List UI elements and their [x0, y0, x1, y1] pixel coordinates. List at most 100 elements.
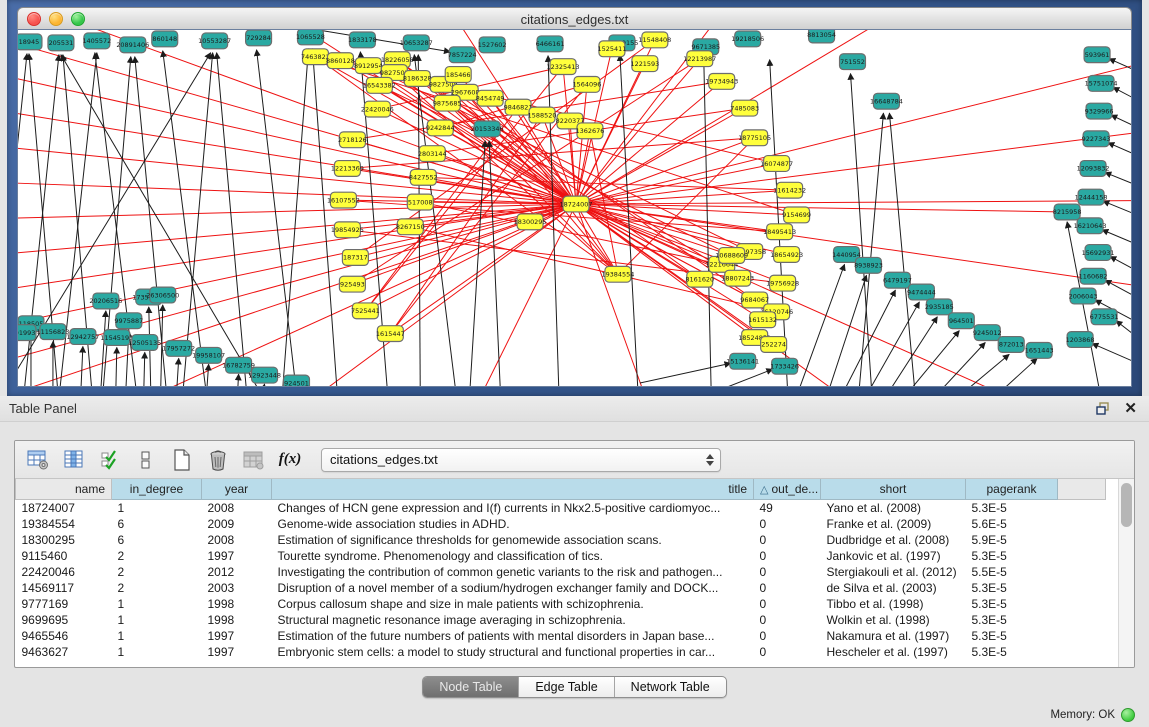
graph-node[interactable]: 9875685 — [433, 95, 462, 111]
graph-node[interactable]: 20206516 — [89, 293, 122, 309]
graph-node[interactable]: 9975887 — [114, 313, 143, 329]
tab-edge-table[interactable]: Edge Table — [519, 677, 614, 697]
table-row[interactable]: 1872400712008Changes of HCN gene express… — [16, 500, 1106, 517]
graph-node[interactable]: 26306500 — [146, 287, 179, 303]
graph-node[interactable]: 1065528 — [296, 30, 325, 45]
graph-node[interactable]: 18807243 — [721, 270, 754, 286]
graph-node[interactable]: 19958107 — [192, 347, 225, 363]
graph-node[interactable]: 185466 — [445, 67, 471, 83]
network-window-titlebar[interactable]: citations_edges.txt — [17, 7, 1132, 31]
graph-node[interactable]: 187317 — [342, 250, 368, 266]
graph-node[interactable]: 8215958 — [1053, 204, 1082, 220]
table-row[interactable]: 2242004622012Investigating the contribut… — [16, 564, 1106, 580]
select-rows-icon[interactable] — [97, 447, 123, 473]
column-header-pagerank[interactable]: pagerank — [966, 479, 1058, 500]
graph-node[interactable]: 16107552 — [327, 192, 360, 208]
graph-node[interactable]: 15692931 — [1082, 245, 1115, 261]
graph-node[interactable]: 8186328 — [403, 71, 432, 87]
graph-node[interactable]: 15136141 — [726, 353, 759, 369]
graph-node[interactable]: 12923448 — [248, 367, 281, 383]
graph-node[interactable]: 2718126 — [338, 132, 367, 148]
new-document-icon[interactable] — [169, 447, 195, 473]
column-header-in_degree[interactable]: in_degree — [112, 479, 202, 500]
graph-node[interactable]: 8912954 — [354, 58, 383, 74]
graph-node[interactable]: 391993 — [18, 325, 36, 341]
graph-node[interactable]: 2935185 — [925, 299, 954, 315]
network-canvas[interactable]: 1894520553114055722089140686014810553287… — [17, 29, 1132, 387]
graph-node[interactable]: 11156823 — [36, 324, 69, 340]
graph-node[interactable]: 1221593 — [630, 56, 659, 72]
graph-node[interactable]: 872013 — [998, 337, 1024, 353]
graph-node[interactable]: 2006043 — [1069, 288, 1098, 304]
table-row[interactable]: 911546021997Tourette syndrome. Phenomeno… — [16, 548, 1106, 564]
graph-node[interactable]: 1362676 — [576, 123, 605, 139]
column-header-name[interactable]: name — [16, 479, 112, 500]
graph-node[interactable]: 20153346 — [471, 121, 504, 137]
graph-node[interactable]: 1833178 — [348, 32, 377, 48]
graph-node[interactable]: 8813054 — [807, 30, 836, 43]
graph-node[interactable]: 15751074 — [1085, 75, 1118, 91]
graph-node[interactable]: 10653287 — [400, 35, 433, 51]
graph-node[interactable]: 9154699 — [782, 207, 811, 223]
graph-node[interactable]: 751552 — [840, 54, 866, 70]
scrollbar-thumb[interactable] — [1121, 483, 1132, 527]
table-row[interactable]: 946362711997Embryonic stem cells: a mode… — [16, 644, 1106, 660]
graph-node[interactable]: 12444158 — [1075, 189, 1108, 205]
zoom-window-button[interactable] — [71, 12, 85, 26]
graph-node[interactable]: 11548408 — [638, 32, 671, 48]
graph-node[interactable]: 8267150 — [396, 219, 425, 235]
graph-node[interactable]: 1525411 — [598, 41, 627, 57]
graph-node[interactable]: 20891406 — [116, 37, 149, 53]
graph-node[interactable]: 8454749 — [476, 90, 505, 106]
graph-node[interactable]: 924501 — [284, 375, 310, 386]
graph-node[interactable]: 1651443 — [1025, 342, 1054, 358]
column-header-out_de...[interactable]: △out_de... — [754, 479, 821, 500]
graph-node[interactable]: 12505135 — [128, 335, 161, 351]
graph-node[interactable]: 9474444 — [907, 284, 936, 300]
graph-node[interactable]: 517008 — [407, 194, 433, 210]
graph-node[interactable]: 6775531 — [1090, 309, 1119, 325]
graph-node[interactable]: 1160682 — [1079, 268, 1108, 284]
tab-network-table[interactable]: Network Table — [615, 677, 726, 697]
function-builder-icon[interactable]: f(x) — [277, 447, 303, 473]
graph-node[interactable]: 9227343 — [1082, 131, 1111, 147]
graph-node[interactable]: 1615447 — [376, 326, 405, 342]
graph-node[interactable]: 860148 — [152, 31, 178, 47]
graph-node[interactable]: 1733426 — [770, 358, 799, 374]
close-panel-icon[interactable]: ✕ — [1124, 401, 1137, 416]
graph-node[interactable]: 729284 — [246, 30, 272, 46]
graph-node[interactable]: 12093832 — [1077, 161, 1110, 177]
graph-node[interactable]: 593961 — [1084, 47, 1110, 63]
graph-node[interactable]: 1564096 — [573, 76, 602, 92]
graph-node[interactable]: 7485083 — [730, 100, 759, 116]
column-header-short[interactable]: short — [821, 479, 966, 500]
graph-node[interactable]: 205531 — [48, 35, 74, 51]
graph-node[interactable]: 252274 — [761, 337, 787, 353]
table-row[interactable]: 969969511998Structural magnetic resonanc… — [16, 612, 1106, 628]
table-row[interactable]: 1830029562008Estimation of significance … — [16, 532, 1106, 548]
graph-node[interactable]: 18300295 — [514, 214, 547, 230]
delete-trash-icon[interactable] — [205, 447, 231, 473]
graph-node[interactable]: 12942757 — [66, 329, 99, 345]
network-graph[interactable]: 1894520553114055722089140686014810553287… — [18, 30, 1131, 386]
graph-node[interactable]: 6466161 — [536, 36, 565, 52]
graph-node[interactable]: 18654923 — [770, 247, 803, 263]
node-table[interactable]: namein_degreeyeartitle△out_de...shortpag… — [15, 479, 1118, 667]
graph-node[interactable]: 964501 — [948, 313, 974, 329]
close-window-button[interactable] — [27, 12, 41, 26]
graph-node[interactable]: 1405572 — [82, 33, 111, 49]
float-panel-icon[interactable] — [1096, 402, 1110, 415]
graph-node[interactable]: 7857224 — [448, 47, 477, 63]
graph-node[interactable]: 16543382 — [363, 77, 396, 93]
column-header-year[interactable]: year — [202, 479, 272, 500]
graph-node[interactable]: 18945 — [18, 34, 42, 50]
graph-node[interactable]: 18724007 — [560, 196, 593, 212]
table-scrollbar[interactable] — [1118, 479, 1134, 667]
graph-node[interactable]: 16648784 — [870, 93, 903, 109]
graph-node[interactable]: 9242844 — [426, 120, 455, 136]
table-settings-icon[interactable] — [25, 447, 51, 473]
graph-node[interactable]: 17957272 — [162, 341, 195, 357]
graph-node[interactable]: 18775105 — [738, 130, 771, 146]
graph-node[interactable]: 19384554 — [601, 266, 634, 282]
graph-node[interactable]: 19854925 — [331, 222, 364, 238]
